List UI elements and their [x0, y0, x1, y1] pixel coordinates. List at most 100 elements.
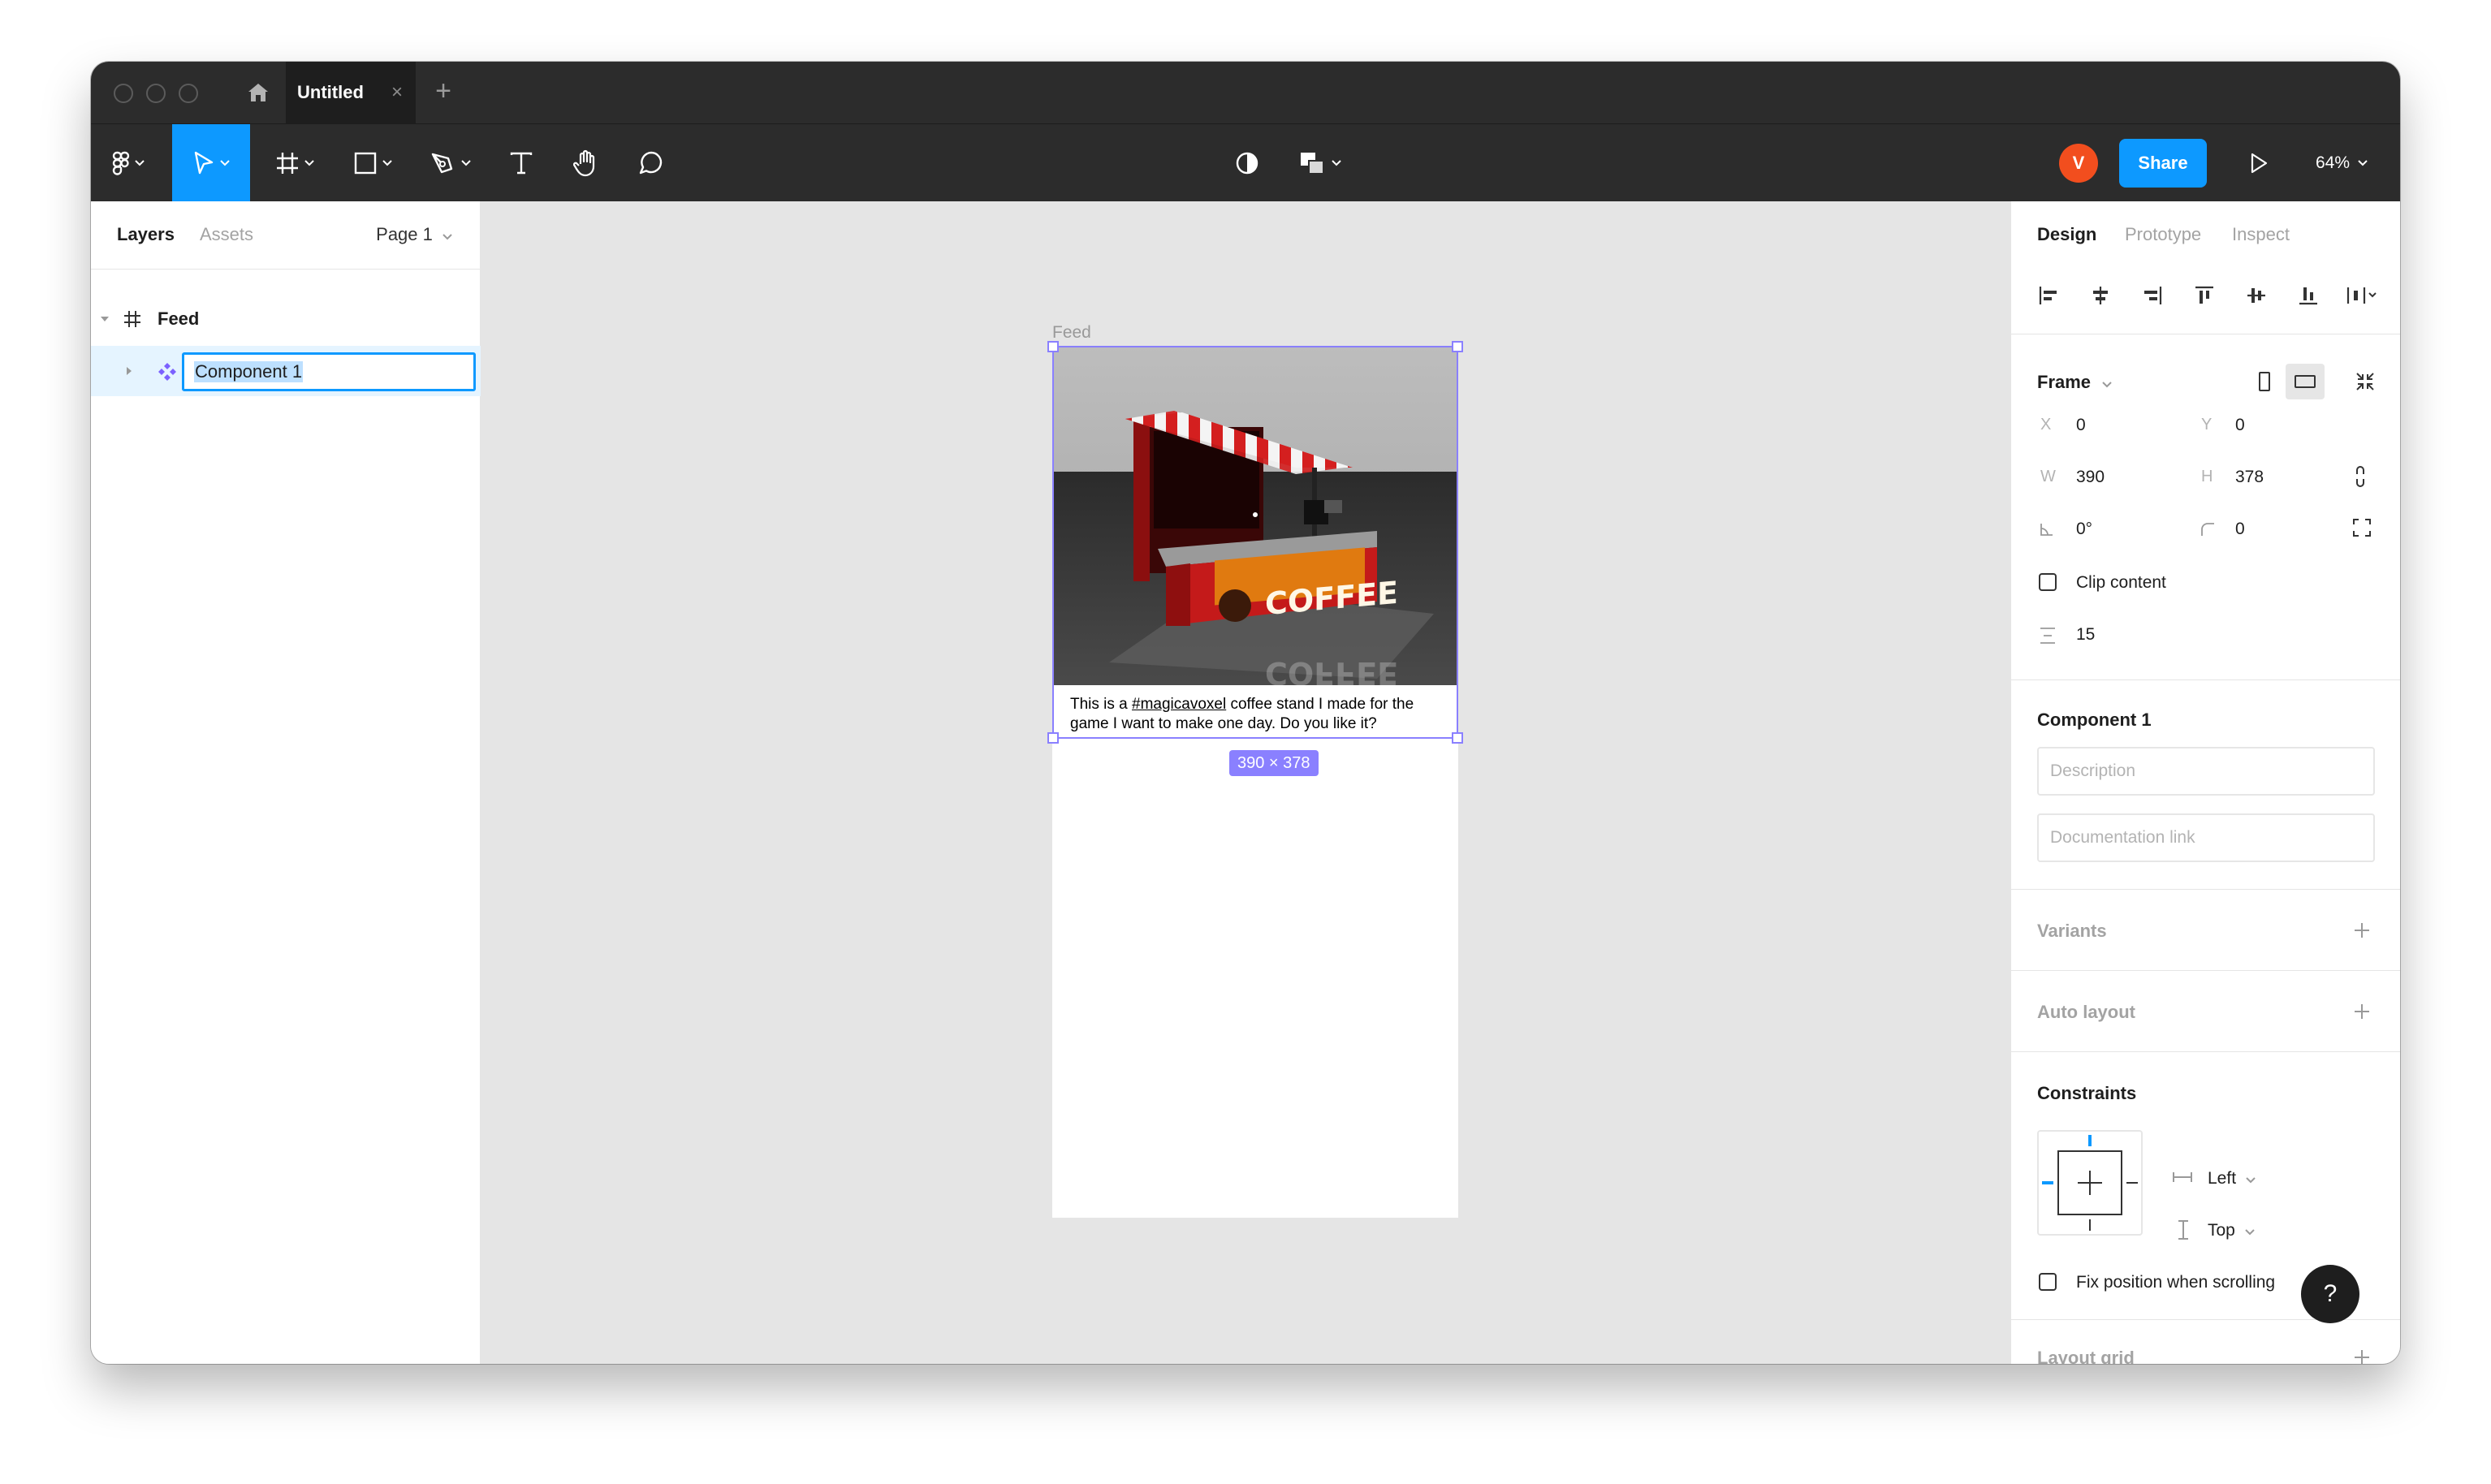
layer-row-feed[interactable]: Feed — [91, 294, 481, 344]
user-avatar[interactable]: V — [2059, 144, 2098, 183]
design-tabs-section: Design Prototype Inspect — [2011, 201, 2400, 334]
height-input[interactable]: 378 — [2235, 468, 2264, 487]
vertical-constraint-select[interactable]: Top — [2208, 1221, 2255, 1240]
spacing-input[interactable]: 15 — [2076, 625, 2095, 645]
properties-panel: Design Prototype Inspect Frame X 0 Y 0 W… — [2010, 201, 2400, 1364]
cursor-icon — [194, 151, 214, 175]
chevron-down-icon — [443, 234, 452, 240]
align-horizontal-center-button[interactable] — [2084, 279, 2117, 312]
page-selector[interactable]: Page 1 — [376, 224, 452, 245]
minimize-window-button[interactable] — [146, 84, 166, 103]
frame-icon — [277, 153, 298, 174]
maximize-window-button[interactable] — [179, 84, 198, 103]
frame-title[interactable]: Frame — [2037, 372, 2112, 393]
fix-position-label: Fix position when scrolling — [2076, 1273, 2276, 1292]
vertical-constraint-icon — [2178, 1220, 2188, 1240]
align-top-button[interactable] — [2188, 279, 2221, 312]
tab-layers[interactable]: Layers — [117, 224, 175, 245]
align-vertical-center-button[interactable] — [2240, 279, 2273, 312]
post-image[interactable]: COFFEE COFFEE — [1052, 346, 1458, 685]
contrast-toggle[interactable] — [1224, 124, 1270, 202]
post-caption[interactable]: This is a #magicavoxel coffee stand I ma… — [1070, 695, 1452, 734]
x-input[interactable]: 0 — [2076, 416, 2086, 435]
frame-label[interactable]: Feed — [1052, 323, 1091, 343]
auto-layout-title: Auto layout — [2037, 1002, 2135, 1022]
independent-corners-button[interactable] — [2352, 518, 2372, 541]
caret-right-icon[interactable] — [125, 365, 133, 377]
layer-rename-input[interactable]: Component 1 — [182, 352, 476, 391]
constraints-diagram-icon — [2042, 1135, 2138, 1231]
caret-down-icon[interactable] — [99, 315, 110, 323]
chevron-down-icon — [2246, 1177, 2256, 1184]
horizontal-constraint-select[interactable]: Left — [2208, 1169, 2256, 1188]
hand-tool[interactable] — [562, 124, 611, 202]
constraints-widget[interactable] — [2037, 1130, 2143, 1236]
rotation-input[interactable]: 0° — [2076, 520, 2092, 539]
comment-tool[interactable] — [627, 124, 676, 202]
present-button[interactable] — [2234, 124, 2283, 202]
component-section: Component 1 Description Documentation li… — [2011, 680, 2400, 890]
tab-close-button[interactable]: × — [391, 81, 403, 104]
tab-inspect[interactable]: Inspect — [2232, 224, 2290, 245]
page-name: Page 1 — [376, 224, 433, 244]
h-label: H — [2201, 468, 2213, 485]
tab-assets[interactable]: Assets — [200, 224, 253, 245]
align-bottom-button[interactable] — [2292, 279, 2325, 312]
help-button[interactable]: ? — [2301, 1265, 2359, 1323]
portrait-button[interactable] — [2248, 365, 2281, 398]
frame-tool[interactable] — [265, 124, 325, 202]
landscape-button[interactable] — [2286, 364, 2325, 399]
tab-untitled[interactable]: Untitled × — [286, 62, 416, 123]
coffee-stand-image: COFFEE COFFEE — [1052, 346, 1458, 685]
constrain-proportions-button[interactable] — [2352, 464, 2368, 493]
chevron-down-icon — [382, 160, 392, 166]
zoom-level: 64% — [2316, 153, 2351, 172]
tab-design[interactable]: Design — [2037, 224, 2096, 245]
new-tab-button[interactable]: + — [427, 73, 460, 109]
description-field[interactable]: Description — [2037, 747, 2375, 796]
move-tool[interactable] — [172, 124, 250, 202]
components-menu[interactable] — [1288, 124, 1353, 202]
add-auto-layout-button[interactable] — [2349, 999, 2375, 1025]
width-input[interactable]: 390 — [2076, 468, 2105, 487]
chevron-down-icon — [2244, 1229, 2255, 1236]
distribute-icon — [2346, 287, 2377, 304]
main-menu-button[interactable] — [99, 124, 158, 202]
fix-position-checkbox[interactable] — [2039, 1273, 2057, 1291]
zoom-menu[interactable]: 64% — [2316, 124, 2368, 202]
caption-hashtag-link[interactable]: #magicavoxel — [1132, 696, 1226, 713]
add-variant-button[interactable] — [2349, 917, 2375, 943]
documentation-link-field[interactable]: Documentation link — [2037, 813, 2375, 862]
layer-row-component-1[interactable]: Component 1 — [91, 346, 481, 396]
canvas[interactable]: Feed COFFEE COFFEE This is a #magicavoxe… — [481, 201, 2020, 1364]
clip-content-checkbox[interactable] — [2039, 573, 2057, 591]
home-button[interactable] — [234, 76, 283, 109]
comment-icon — [639, 151, 663, 175]
portrait-icon — [2259, 372, 2270, 391]
align-right-button[interactable] — [2136, 279, 2169, 312]
share-button[interactable]: Share — [2119, 139, 2207, 188]
feed-frame[interactable]: COFFEE COFFEE This is a #magicavoxel cof… — [1052, 346, 1458, 1218]
rotation-icon — [2040, 524, 2053, 536]
toolbar: V Share 64% — [91, 123, 2400, 202]
distribute-button[interactable] — [2344, 279, 2380, 312]
link-icon — [2356, 466, 2364, 487]
y-input[interactable]: 0 — [2235, 416, 2245, 435]
x-label: X — [2040, 416, 2052, 434]
resize-to-fit-button[interactable] — [2349, 365, 2381, 398]
pen-icon — [431, 153, 453, 174]
contrast-icon — [1236, 152, 1258, 175]
add-layout-grid-button[interactable] — [2349, 1344, 2375, 1364]
tab-prototype[interactable]: Prototype — [2125, 224, 2201, 245]
horizontal-constraint-value: Left — [2208, 1169, 2237, 1188]
shape-tool[interactable] — [343, 124, 403, 202]
close-window-button[interactable] — [114, 84, 133, 103]
frame-title-text: Frame — [2037, 372, 2092, 392]
pen-tool[interactable] — [421, 124, 481, 202]
caption-prefix: This is a — [1070, 696, 1133, 713]
align-bottom-icon — [2299, 287, 2317, 305]
corner-radius-input[interactable]: 0 — [2235, 520, 2245, 539]
text-tool[interactable] — [497, 124, 546, 202]
align-left-button[interactable] — [2032, 279, 2065, 312]
play-icon — [2251, 153, 2268, 174]
